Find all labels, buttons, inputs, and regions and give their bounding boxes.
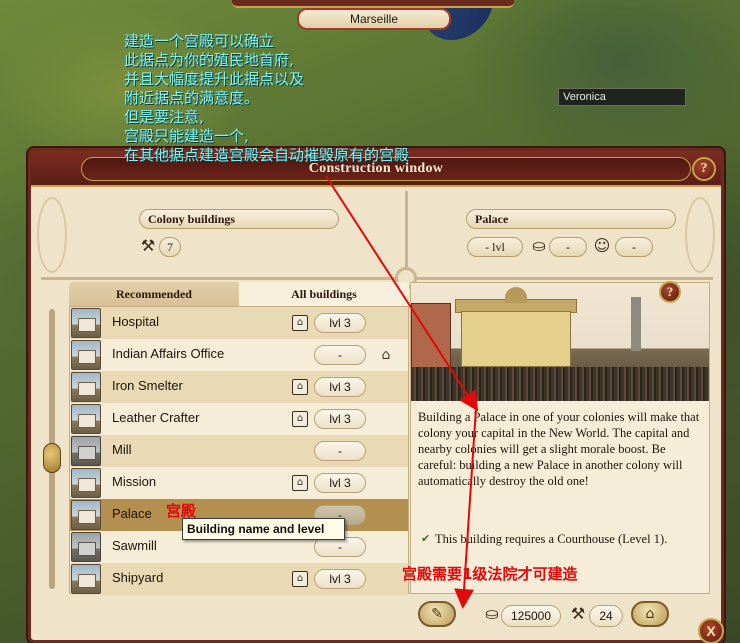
detail-help-button[interactable]: ? — [659, 281, 681, 303]
house-icon: ⌂ — [292, 475, 308, 491]
section-divider — [41, 277, 713, 280]
building-name: Shipyard — [112, 570, 164, 585]
panel-divider — [405, 191, 408, 279]
house-flag-icon: ⌂ — [381, 347, 391, 363]
list-scrollbar-thumb[interactable] — [43, 443, 61, 473]
top-bar — [232, 0, 514, 8]
building-list: Hospital ⌂ lvl 3 Indian Affairs Office -… — [69, 306, 409, 595]
building-level: lvl 3 — [314, 569, 366, 589]
gold-cost: 125000 — [501, 605, 561, 627]
building-tabs: Recommended All buildings — [69, 282, 409, 306]
palace-annotation: 宫殿 — [166, 502, 197, 520]
building-level: lvl 3 — [314, 313, 366, 333]
chinese-annotation-line: 建造一个宫殿可以确立 — [124, 32, 275, 50]
building-level: lvl 3 — [314, 377, 366, 397]
colony-buildings-count: 7 — [159, 237, 181, 257]
building-level: lvl 3 — [314, 473, 366, 493]
theater-masks-icon: ☺ — [593, 236, 611, 255]
building-level: - — [314, 441, 366, 461]
illustration-dome — [505, 287, 527, 303]
building-thumbnail — [71, 532, 101, 562]
colony-buildings-label: Colony buildings — [139, 209, 339, 229]
illustration-house — [411, 303, 451, 373]
building-thumbnail — [71, 500, 101, 530]
help-button[interactable]: ? — [692, 157, 716, 181]
tooltip: Building name and level — [182, 518, 345, 540]
tab-all-buildings[interactable]: All buildings — [239, 282, 409, 306]
building-thumbnail — [71, 436, 101, 466]
construction-window: Construction window ? Colony buildings ⚒… — [28, 148, 724, 643]
house-icon: ⌂ — [292, 379, 308, 395]
chinese-annotation: 建造一个宫殿可以确立 此据点为你的殖民地首府, 并且大幅度提升此据点以及 附近据… — [124, 32, 544, 146]
build-icon[interactable]: ⌂ — [631, 601, 669, 627]
house-icon: ⌂ — [292, 571, 308, 587]
ornament-left — [37, 197, 67, 273]
building-cost-value: - — [549, 237, 587, 257]
building-level: - — [314, 345, 366, 365]
building-description: Building a Palace in one of your colonie… — [418, 410, 700, 488]
blueprint-icon[interactable]: ✎ — [418, 601, 456, 627]
worker-icon: ⚒ — [570, 604, 586, 623]
building-thumbnail — [71, 372, 101, 402]
building-thumbnail — [71, 308, 101, 338]
building-name: Hospital — [112, 314, 159, 329]
illustration-spire — [631, 297, 641, 351]
chinese-annotation-line: 附近据点的满意度。 — [124, 89, 260, 107]
cost-icon: ⛀ — [532, 236, 546, 255]
selected-building-level: - lvl — [467, 237, 523, 257]
building-name: Mission — [112, 474, 157, 489]
building-name: Iron Smelter — [112, 378, 183, 393]
worker-cost: 24 — [589, 605, 623, 627]
building-thumbnail — [71, 468, 101, 498]
building-row-hospital[interactable]: Hospital ⌂ lvl 3 — [70, 307, 408, 339]
building-row-leather-crafter[interactable]: Leather Crafter ⌂ lvl 3 — [70, 403, 408, 435]
building-row-mission[interactable]: Mission ⌂ lvl 3 — [70, 467, 408, 499]
building-level: - — [314, 537, 366, 557]
ornament-right — [685, 197, 715, 273]
building-morale-value: - — [615, 237, 653, 257]
illustration-crowd — [411, 367, 709, 401]
building-level: lvl 3 — [314, 409, 366, 429]
checkmark-icon: ✔ — [421, 532, 431, 545]
chinese-annotation-line: 宫殿只能建造一个, — [124, 127, 249, 145]
building-name: Leather Crafter — [112, 410, 200, 425]
building-name: Indian Affairs Office — [112, 346, 225, 361]
chinese-annotation-line: 此据点为你的殖民地首府, — [124, 51, 294, 69]
illustration-palace — [461, 311, 571, 367]
building-name: Palace — [112, 506, 152, 521]
requirement-annotation: 宫殿需要1级法院才可建造 — [402, 565, 578, 583]
chinese-annotation-line: 在其他据点建造宫殿会自动摧毁原有的宫殿 — [124, 146, 410, 164]
building-row-iron-smelter[interactable]: Iron Smelter ⌂ lvl 3 — [70, 371, 408, 403]
player-name-label[interactable]: Veronica — [558, 88, 686, 106]
building-requirement: ✔ This building requires a Courthouse (L… — [421, 531, 703, 547]
city-name-label[interactable]: Marseille — [297, 8, 451, 30]
building-row-indian-affairs-office[interactable]: Indian Affairs Office - ⌂ — [70, 339, 408, 371]
building-name: Mill — [112, 442, 132, 457]
building-row-mill[interactable]: Mill - — [70, 435, 408, 467]
house-icon: ⌂ — [292, 315, 308, 331]
chinese-annotation-overlay: 在其他据点建造宫殿会自动摧毁原有的宫殿 — [124, 146, 544, 165]
tab-recommended[interactable]: Recommended — [69, 282, 239, 306]
building-thumbnail — [71, 564, 101, 594]
selected-building-name: Palace — [466, 209, 676, 229]
building-thumbnail — [71, 404, 101, 434]
close-button[interactable]: X — [698, 618, 724, 643]
chinese-annotation-line: 但是要注意, — [124, 108, 204, 126]
gold-icon: ⛀ — [485, 604, 499, 623]
chinese-annotation-line: 并且大幅度提升此据点以及 — [124, 70, 305, 88]
building-detail-pane: Building a Palace in one of your colonie… — [410, 282, 710, 594]
building-name: Sawmill — [112, 538, 157, 553]
requirement-text: This building requires a Courthouse (Lev… — [435, 532, 668, 546]
building-thumbnail — [71, 340, 101, 370]
house-icon: ⌂ — [292, 411, 308, 427]
building-row-shipyard[interactable]: Shipyard ⌂ lvl 3 — [70, 563, 408, 595]
hammer-icon: ⚒ — [140, 236, 156, 255]
